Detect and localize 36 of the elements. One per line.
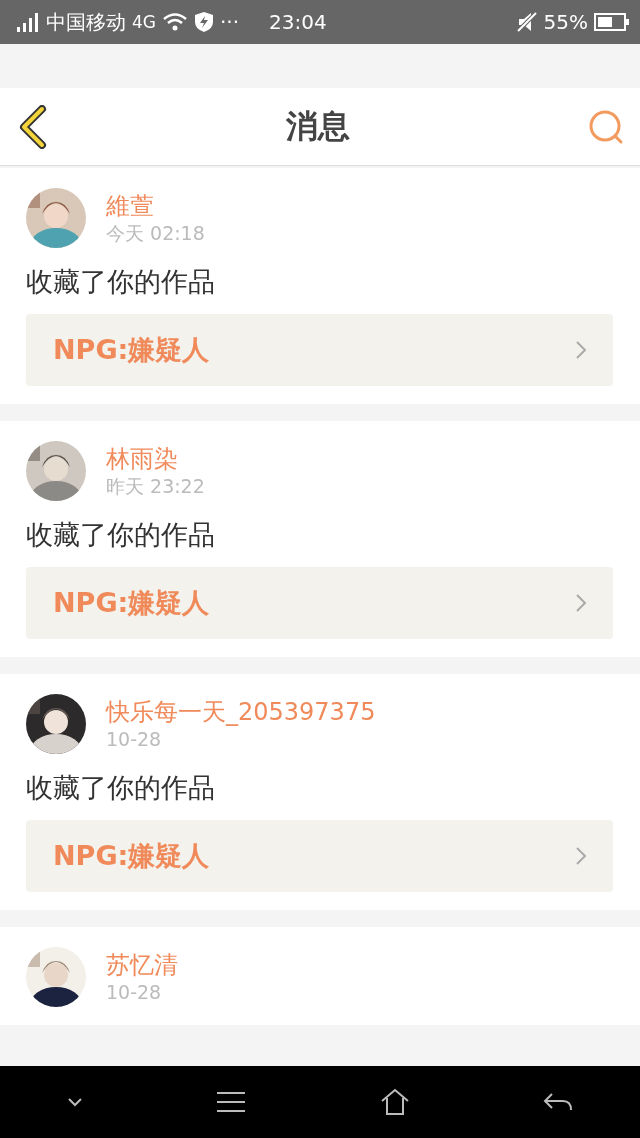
mute-icon: [515, 11, 538, 33]
home-icon[interactable]: [379, 1088, 410, 1116]
chevron-icon: [575, 593, 587, 613]
more-dots: ···: [220, 10, 240, 34]
user-name[interactable]: 維萱: [106, 191, 205, 221]
message-time: 昨天 23:22: [106, 474, 205, 498]
wifi-icon: [162, 12, 188, 32]
chevron-icon: [575, 340, 587, 360]
clock: 23:04: [269, 10, 327, 34]
chevron-icon: [575, 846, 587, 866]
message-time: 10-28: [106, 980, 163, 1004]
message-text: 收藏了你的作品: [26, 518, 216, 552]
work-title: NPG:嫌疑人: [53, 333, 210, 367]
menu-icon[interactable]: [216, 1091, 247, 1113]
shield-icon: [194, 11, 214, 33]
back-icon[interactable]: [18, 104, 48, 149]
message-text: 收藏了你的作品: [26, 265, 216, 299]
page-title: 消息: [286, 105, 350, 147]
battery-icon: [594, 12, 630, 32]
carrier-name: 中国移动: [46, 8, 126, 36]
work-link[interactable]: NPG:嫌疑人: [26, 314, 613, 386]
back-arrow-icon[interactable]: [543, 1092, 574, 1112]
message-text: 收藏了你的作品: [26, 771, 216, 805]
signal-icon: [16, 12, 40, 32]
work-title: NPG:嫌疑人: [53, 839, 210, 873]
work-link[interactable]: NPG:嫌疑人: [26, 567, 613, 639]
user-name[interactable]: 林雨染: [106, 444, 205, 474]
user-name[interactable]: 苏忆清: [106, 950, 178, 980]
work-link[interactable]: NPG:嫌疑人: [26, 820, 613, 892]
message-time: 今天 02:18: [106, 221, 205, 245]
work-title: NPG:嫌疑人: [53, 586, 210, 620]
network-type: 4G: [132, 12, 156, 32]
message-time: 10-28: [106, 727, 163, 751]
chevron-down-icon[interactable]: [66, 1097, 83, 1107]
user-name[interactable]: 快乐每一天_205397375: [106, 697, 376, 727]
battery-percent: 55%: [543, 10, 588, 34]
